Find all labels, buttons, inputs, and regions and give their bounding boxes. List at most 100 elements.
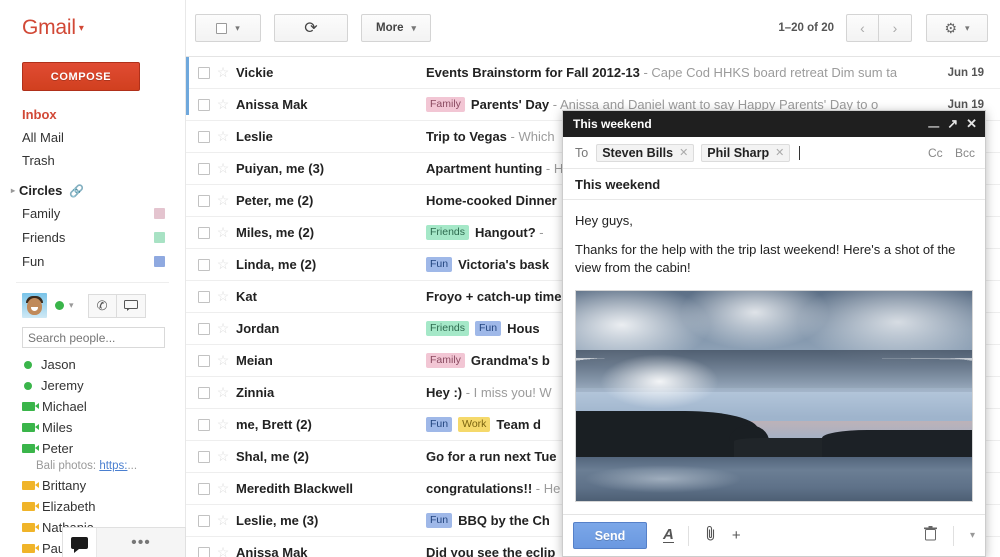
star-icon[interactable]: ☆: [210, 256, 236, 273]
minimize-icon[interactable]: —: [928, 121, 939, 133]
list-item[interactable]: Jeremy: [0, 375, 185, 396]
star-icon[interactable]: ☆: [210, 128, 236, 145]
row-checkbox[interactable]: [198, 546, 210, 557]
label-badge[interactable]: Fun: [426, 513, 453, 528]
label-badge[interactable]: Fun: [426, 417, 453, 432]
sidebar-item-friends[interactable]: Friends: [0, 226, 185, 250]
more-options-caret-icon[interactable]: ▾: [970, 530, 975, 541]
list-item[interactable]: Peter: [0, 438, 185, 459]
star-icon[interactable]: ☆: [210, 192, 236, 209]
label-badge[interactable]: Work: [458, 417, 491, 432]
row-checkbox[interactable]: [198, 98, 210, 111]
sidebar-item-all-mail[interactable]: All Mail: [0, 126, 185, 149]
list-item[interactable]: Jason: [0, 354, 185, 375]
list-item[interactable]: Miles: [0, 417, 185, 438]
compose-button[interactable]: COMPOSE: [22, 62, 140, 91]
compose-title-bar[interactable]: This weekend — ↗ ✕: [563, 111, 985, 137]
gmail-logo[interactable]: Gmail ▾: [0, 0, 185, 54]
circles-group-header[interactable]: ▸ Circles 🔗: [0, 176, 185, 202]
settings-button[interactable]: ⚙ ▾: [926, 14, 988, 42]
star-icon[interactable]: ☆: [210, 416, 236, 433]
cc-link[interactable]: Cc: [928, 146, 943, 160]
chevron-down-icon[interactable]: ▾: [69, 300, 74, 311]
prev-page-button[interactable]: ‹: [846, 14, 879, 42]
row-checkbox[interactable]: [198, 290, 210, 303]
next-page-button[interactable]: ›: [879, 14, 912, 42]
recipient-chip[interactable]: Phil Sharp ✕: [701, 143, 791, 162]
table-row[interactable]: ☆ Vickie Events Brainstorm for Fall 2012-1…: [186, 57, 1000, 89]
sidebar-item-family[interactable]: Family: [0, 202, 185, 226]
star-icon[interactable]: ☆: [210, 352, 236, 369]
star-icon[interactable]: ☆: [210, 160, 236, 177]
more-button[interactable]: More ▾: [361, 14, 431, 42]
row-date: Jun 19: [947, 98, 984, 111]
row-checkbox[interactable]: [198, 386, 210, 399]
presence-online-icon: [55, 301, 64, 310]
list-item[interactable]: Brittany: [0, 475, 185, 496]
avatar[interactable]: [22, 293, 47, 318]
sidebar-item-inbox[interactable]: Inbox: [0, 103, 185, 126]
send-button[interactable]: Send: [573, 522, 647, 549]
more-label: More: [375, 22, 404, 34]
discard-draft-icon[interactable]: [923, 526, 937, 545]
row-checkbox[interactable]: [198, 66, 210, 79]
star-icon[interactable]: ☆: [210, 320, 236, 337]
select-all-dropdown[interactable]: ▾: [195, 14, 261, 42]
video-camera-icon: [22, 402, 39, 411]
label-badge[interactable]: Friends: [426, 321, 470, 336]
hangouts-chat-button[interactable]: [63, 528, 97, 557]
chat-bubble-icon[interactable]: [116, 293, 146, 318]
row-checkbox[interactable]: [198, 194, 210, 207]
row-checkbox[interactable]: [198, 258, 210, 271]
hangouts-more-button[interactable]: •••: [97, 534, 185, 550]
presence-online-icon: [24, 381, 32, 390]
label-badge[interactable]: Fun: [426, 257, 453, 272]
person-status-link[interactable]: https:: [99, 460, 127, 472]
formatting-options-icon[interactable]: A: [663, 527, 674, 543]
scrollbar[interactable]: [186, 57, 189, 115]
recipient-chip[interactable]: Steven Bills ✕: [596, 143, 695, 162]
star-icon[interactable]: ☆: [210, 224, 236, 241]
list-item[interactable]: Elizabeth: [0, 496, 185, 517]
popout-icon[interactable]: ↗: [947, 116, 958, 132]
compose-body[interactable]: Hey guys, Thanks for the help with the t…: [563, 200, 985, 514]
footer-divider: [687, 525, 689, 546]
search-people-input[interactable]: [22, 327, 165, 348]
star-icon[interactable]: ☆: [210, 64, 236, 81]
phone-call-icon[interactable]: ✆: [87, 293, 117, 318]
compose-to-field[interactable]: To Steven Bills ✕ Phil Sharp ✕ Cc Bcc: [563, 137, 985, 169]
label-badge[interactable]: Friends: [426, 225, 470, 240]
star-icon[interactable]: ☆: [210, 512, 236, 529]
star-icon[interactable]: ☆: [210, 288, 236, 305]
attach-file-icon[interactable]: [705, 525, 716, 546]
star-icon[interactable]: ☆: [210, 448, 236, 465]
cc-bcc-links: Cc Bcc: [919, 146, 975, 160]
star-icon[interactable]: ☆: [210, 480, 236, 497]
sidebar-item-trash[interactable]: Trash: [0, 149, 185, 172]
label-badge[interactable]: Family: [426, 97, 465, 112]
row-checkbox[interactable]: [198, 418, 210, 431]
star-icon[interactable]: ☆: [210, 544, 236, 557]
row-checkbox[interactable]: [198, 162, 210, 175]
row-checkbox[interactable]: [198, 226, 210, 239]
star-icon[interactable]: ☆: [210, 384, 236, 401]
remove-recipient-icon[interactable]: ✕: [775, 146, 784, 159]
refresh-button[interactable]: ⟳: [274, 14, 348, 42]
label-badge[interactable]: Fun: [475, 321, 502, 336]
insert-more-icon[interactable]: +: [732, 527, 741, 544]
row-checkbox[interactable]: [198, 130, 210, 143]
sidebar-item-fun[interactable]: Fun: [0, 250, 185, 274]
label-badge[interactable]: Family: [426, 353, 465, 368]
close-icon[interactable]: ✕: [966, 116, 977, 132]
remove-recipient-icon[interactable]: ✕: [679, 146, 688, 159]
attached-image[interactable]: [575, 290, 973, 502]
list-item[interactable]: Michael: [0, 396, 185, 417]
row-checkbox[interactable]: [198, 482, 210, 495]
row-checkbox[interactable]: [198, 322, 210, 335]
bcc-link[interactable]: Bcc: [955, 146, 975, 160]
star-icon[interactable]: ☆: [210, 96, 236, 113]
row-checkbox[interactable]: [198, 514, 210, 527]
row-checkbox[interactable]: [198, 354, 210, 367]
compose-subject-field[interactable]: This weekend: [563, 169, 985, 200]
row-checkbox[interactable]: [198, 450, 210, 463]
